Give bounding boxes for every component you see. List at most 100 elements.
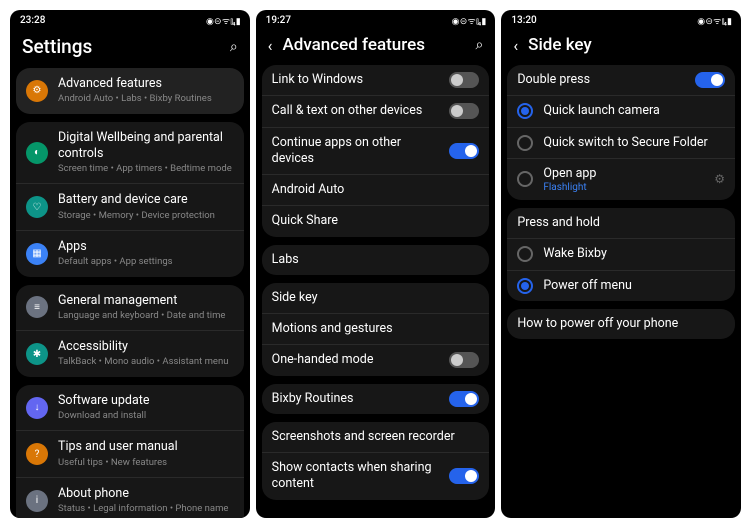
header: ‹Advanced features⌕ bbox=[256, 29, 496, 65]
option-label: Open app bbox=[543, 166, 704, 182]
row-text: One-handed mode bbox=[272, 352, 440, 368]
footer-row[interactable]: How to power off your phone bbox=[507, 309, 735, 339]
footer-section: How to power off your phone bbox=[507, 309, 735, 339]
row-label: Software update bbox=[58, 393, 234, 409]
header: Settings⌕ bbox=[10, 29, 250, 68]
settings-row[interactable]: Side key bbox=[262, 283, 490, 314]
settings-row[interactable]: Quick Share bbox=[262, 206, 490, 236]
settings-group: Side key Motions and gestures One-handed m… bbox=[262, 283, 490, 376]
settings-row[interactable]: Bixby Routines bbox=[262, 384, 490, 414]
settings-row[interactable]: Continue apps on other devices bbox=[262, 128, 490, 176]
settings-row[interactable]: ≡General managementLanguage and keyboard… bbox=[16, 285, 244, 332]
settings-group: Screenshots and screen recorder Show cont… bbox=[262, 422, 490, 500]
settings-row[interactable]: Link to Windows bbox=[262, 65, 490, 96]
row-label: Apps bbox=[58, 239, 234, 255]
toggle-switch[interactable] bbox=[449, 352, 479, 368]
status-icons: ◉ ⊝ ᯤ ⫾₄ ▮ bbox=[697, 14, 731, 27]
settings-row[interactable]: ⚙Advanced featuresAndroid Auto • Labs • … bbox=[16, 68, 244, 114]
row-label: Screenshots and screen recorder bbox=[272, 429, 480, 445]
settings-row[interactable]: ✱AccessibilityTalkBack • Mono audio • As… bbox=[16, 331, 244, 377]
header: ‹ Side key bbox=[501, 29, 741, 65]
row-label: Battery and device care bbox=[58, 192, 234, 208]
status-icons: ◉ ⊝ ᯤ ⫾₄ ▮ bbox=[452, 14, 486, 27]
toggle-switch[interactable] bbox=[449, 103, 479, 119]
phone-screen-0: 23:28◉ ⊝ ᯤ ⫾₄ ▮Settings⌕⚙Advanced featur… bbox=[10, 10, 250, 518]
search-icon[interactable]: ⌕ bbox=[476, 37, 484, 53]
settings-row[interactable]: iAbout phoneStatus • Legal information •… bbox=[16, 478, 244, 518]
row-label: Side key bbox=[272, 290, 480, 306]
row-label: Advanced features bbox=[58, 76, 234, 92]
settings-group: ⚙Advanced featuresAndroid Auto • Labs • … bbox=[16, 68, 244, 114]
row-label: Digital Wellbeing and parental controls bbox=[58, 130, 234, 163]
row-subtitle: Storage • Memory • Device protection bbox=[58, 210, 234, 222]
settings-row[interactable]: Labs bbox=[262, 245, 490, 275]
row-text: Side key bbox=[272, 290, 480, 306]
settings-row[interactable]: ♡ Battery and device care Storage • Memory… bbox=[16, 184, 244, 231]
row-text: Screenshots and screen recorder bbox=[272, 429, 480, 445]
row-text: Bixby Routines bbox=[272, 391, 440, 407]
row-subtitle: Android Auto • Labs • Bixby Routines bbox=[58, 93, 234, 105]
row-icon: ? bbox=[26, 443, 48, 465]
row-icon: ♡ bbox=[26, 196, 48, 218]
settings-group: ↓Software updateDownload and install? Tip… bbox=[16, 385, 244, 518]
double-press-section: Double press Quick launch camera Quick swi… bbox=[507, 65, 735, 200]
row-label: Motions and gestures bbox=[272, 321, 480, 337]
back-icon[interactable]: ‹ bbox=[268, 36, 273, 55]
toggle-switch[interactable] bbox=[449, 391, 479, 407]
radio-option[interactable]: Wake Bixby bbox=[507, 239, 735, 270]
section-header: Press and hold bbox=[517, 215, 600, 231]
settings-row[interactable]: ◐ Digital Wellbeing and parental controls… bbox=[16, 122, 244, 185]
toggle-switch[interactable] bbox=[695, 72, 725, 88]
search-icon[interactable]: ⌕ bbox=[230, 39, 238, 55]
toggle-switch[interactable] bbox=[449, 143, 479, 159]
section-header: Double press bbox=[517, 72, 685, 88]
radio-button[interactable] bbox=[517, 103, 533, 119]
settings-row[interactable]: Call & text on other devices bbox=[262, 96, 490, 127]
status-bar: 23:28◉ ⊝ ᯤ ⫾₄ ▮ bbox=[10, 10, 250, 29]
toggle-switch[interactable] bbox=[449, 72, 479, 88]
settings-row[interactable]: Screenshots and screen recorder bbox=[262, 422, 490, 453]
content: Link to Windows Call & text on other devi… bbox=[256, 65, 496, 518]
row-text: Battery and device care Storage • Memory … bbox=[58, 192, 234, 222]
row-label: Continue apps on other devices bbox=[272, 135, 440, 168]
settings-row[interactable]: Motions and gestures bbox=[262, 314, 490, 345]
content: Double press Quick launch camera Quick swi… bbox=[501, 65, 741, 518]
row-label: Tips and user manual bbox=[58, 439, 234, 455]
radio-option[interactable]: Quick switch to Secure Folder bbox=[507, 128, 735, 159]
press-hold-section: Press and hold Wake Bixby Power off menu bbox=[507, 208, 735, 301]
radio-button[interactable] bbox=[517, 278, 533, 294]
settings-row[interactable]: Android Auto bbox=[262, 175, 490, 206]
radio-button[interactable] bbox=[517, 246, 533, 262]
row-label: Link to Windows bbox=[272, 72, 440, 88]
status-time: 19:27 bbox=[266, 15, 291, 26]
row-icon: ≡ bbox=[26, 296, 48, 318]
row-icon: ◐ bbox=[26, 142, 48, 164]
radio-button[interactable] bbox=[517, 135, 533, 151]
row-text: Show contacts when sharing content bbox=[272, 460, 440, 493]
row-text: Link to Windows bbox=[272, 72, 440, 88]
row-icon: ✱ bbox=[26, 343, 48, 365]
option-label: Quick switch to Secure Folder bbox=[543, 135, 725, 151]
row-text: Tips and user manual Useful tips • New fe… bbox=[58, 439, 234, 469]
settings-row[interactable]: ▦AppsDefault apps • App settings bbox=[16, 231, 244, 277]
row-subtitle: TalkBack • Mono audio • Assistant menu bbox=[58, 356, 234, 368]
gear-icon[interactable]: ⚙ bbox=[714, 172, 725, 186]
option-label: Quick launch camera bbox=[543, 103, 725, 119]
back-icon[interactable]: ‹ bbox=[513, 36, 518, 55]
page-title: Side key bbox=[528, 35, 729, 55]
settings-row[interactable]: Show contacts when sharing content bbox=[262, 453, 490, 500]
phone-screen-1: 19:27◉ ⊝ ᯤ ⫾₄ ▮‹Advanced features⌕Link t… bbox=[256, 10, 496, 518]
radio-button[interactable] bbox=[517, 171, 533, 187]
settings-row[interactable]: ? Tips and user manual Useful tips • New f… bbox=[16, 431, 244, 478]
phone-screen-2: 13:20◉ ⊝ ᯤ ⫾₄ ▮‹Side keyDouble pressQuic… bbox=[501, 10, 741, 518]
row-text: Call & text on other devices bbox=[272, 103, 440, 119]
radio-option[interactable]: Power off menu bbox=[507, 271, 735, 301]
settings-group: Labs bbox=[262, 245, 490, 275]
radio-option[interactable]: Open appFlashlight⚙ bbox=[507, 159, 735, 200]
settings-row[interactable]: ↓Software updateDownload and install bbox=[16, 385, 244, 432]
toggle-switch[interactable] bbox=[449, 468, 479, 484]
option-label: Wake Bixby bbox=[543, 246, 607, 262]
settings-row[interactable]: One-handed mode bbox=[262, 345, 490, 375]
radio-option[interactable]: Quick launch camera bbox=[507, 96, 735, 127]
row-subtitle: Useful tips • New features bbox=[58, 457, 234, 469]
